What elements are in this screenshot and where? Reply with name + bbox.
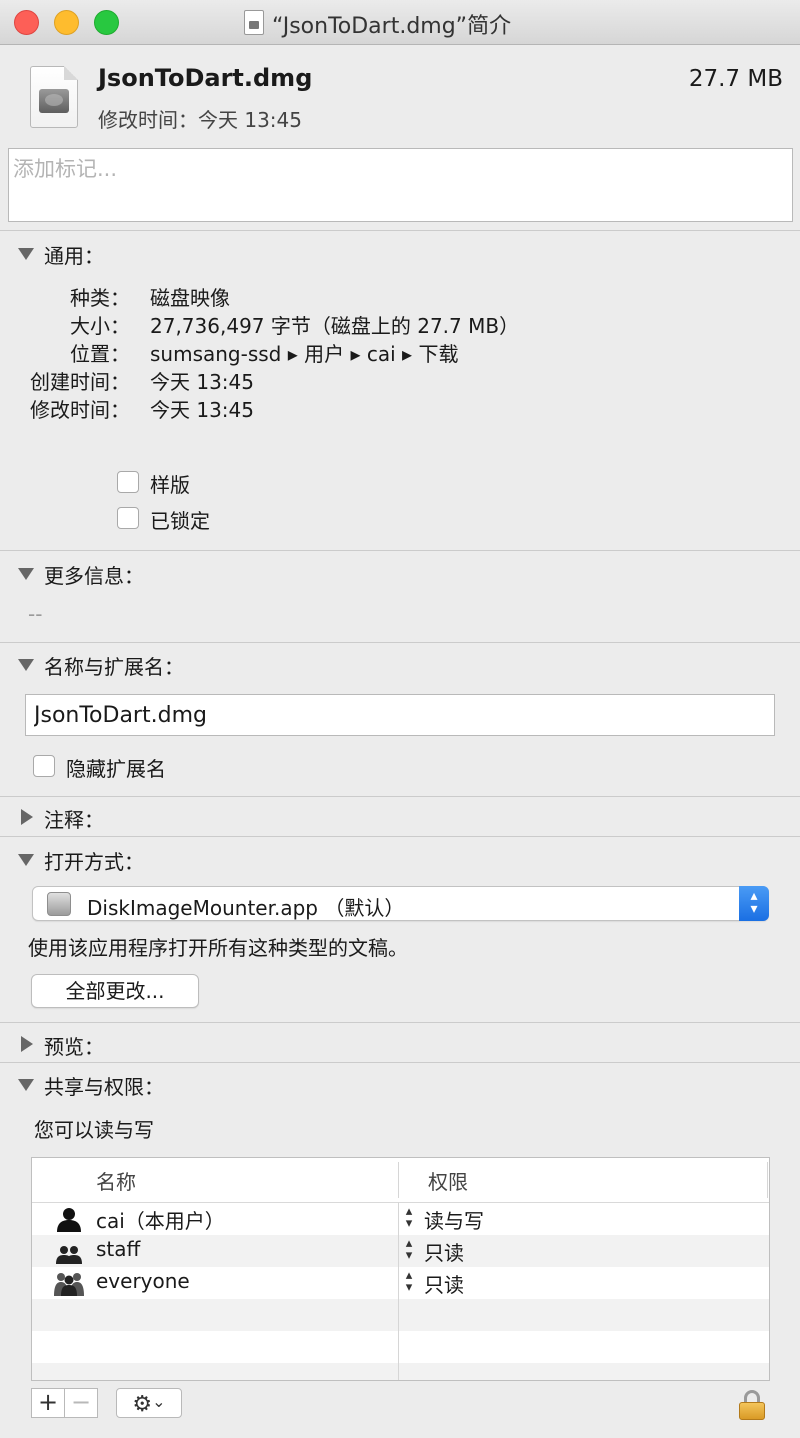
sharing-summary: 您可以读与写 <box>34 1118 154 1142</box>
size-label: 大小： <box>70 314 130 338</box>
modified-date: 修改时间：今天 13:45 <box>98 108 302 132</box>
tags-input[interactable] <box>13 153 713 185</box>
single-user-icon <box>57 1208 81 1232</box>
file-size: 27.7 MB <box>688 66 783 92</box>
privilege-value[interactable]: 只读 <box>424 1269 464 1298</box>
divider <box>0 230 800 231</box>
divider <box>0 836 800 837</box>
remove-user-button[interactable]: − <box>64 1388 98 1418</box>
disclosure-triangle-open-icon <box>18 568 34 580</box>
sharing-section-title: 共享与权限： <box>44 1075 164 1099</box>
location-label: 位置： <box>70 342 130 366</box>
everyone-icon <box>54 1273 84 1296</box>
dmg-file-icon <box>244 10 264 35</box>
name-input[interactable] <box>26 695 774 735</box>
locked-label: 已锁定 <box>150 509 210 533</box>
disclosure-triangle-open-icon <box>18 659 34 671</box>
hide-extension-label: 隐藏扩展名 <box>66 757 166 781</box>
minimize-window-button[interactable] <box>54 10 79 35</box>
disclosure-triangle-open-icon <box>18 248 34 260</box>
privilege-value[interactable]: 只读 <box>424 1237 464 1266</box>
disclosure-triangle-open-icon <box>18 854 34 866</box>
comments-section-title: 注释： <box>44 808 104 832</box>
stationery-checkbox[interactable] <box>117 471 139 493</box>
table-row[interactable]: everyone ▴ ▾ 只读 <box>32 1267 769 1299</box>
add-user-button[interactable]: + <box>31 1388 65 1418</box>
group-icon <box>56 1246 82 1264</box>
name-field[interactable] <box>25 694 775 736</box>
file-name: JsonToDart.dmg <box>98 64 313 92</box>
table-row[interactable]: staff ▴ ▾ 只读 <box>32 1235 769 1267</box>
open-with-description: 使用该应用程序打开所有这种类型的文稿。 <box>28 936 408 960</box>
general-section-title: 通用： <box>44 244 104 268</box>
divider <box>0 642 800 643</box>
close-window-button[interactable] <box>14 10 39 35</box>
name-extension-section-title: 名称与扩展名： <box>44 655 184 679</box>
kind-label: 种类： <box>70 286 130 310</box>
divider <box>0 1062 800 1063</box>
disk-image-mounter-app-icon <box>47 892 71 916</box>
column-separator <box>767 1162 768 1198</box>
column-header-privilege[interactable]: 权限 <box>428 1166 468 1195</box>
size-value: 27,736,497 字节（磁盘上的 27.7 MB） <box>150 314 520 338</box>
more-info-value: -- <box>28 602 43 626</box>
disclosure-triangle-open-icon <box>18 1079 34 1091</box>
column-header-name[interactable]: 名称 <box>96 1166 136 1195</box>
user-name: staff <box>96 1237 141 1261</box>
stationery-label: 样版 <box>150 473 190 497</box>
window-title: “JsonToDart.dmg”简介 <box>272 14 512 39</box>
chevron-down-icon: ⌄ <box>152 1392 166 1411</box>
title-bar: “JsonToDart.dmg”简介 <box>0 0 800 45</box>
location-value: sumsang-ssd ▸ 用户 ▸ cai ▸ 下载 <box>150 342 459 366</box>
column-divider <box>398 1202 399 1380</box>
divider <box>0 1022 800 1023</box>
divider <box>0 796 800 797</box>
preview-section-title: 预览： <box>44 1035 104 1059</box>
table-row[interactable]: cai（本用户） ▴ ▾ 读与写 <box>32 1203 769 1235</box>
open-with-section-title: 打开方式： <box>44 850 144 874</box>
empty-row <box>32 1299 769 1331</box>
column-separator <box>398 1162 399 1198</box>
kind-value: 磁盘映像 <box>150 286 230 310</box>
more-info-section-title: 更多信息： <box>44 564 144 588</box>
hide-extension-checkbox[interactable] <box>33 755 55 777</box>
permissions-table: 名称 权限 cai（本用户） ▴ ▾ 读与写 staff ▴ ▾ 只读 ever… <box>31 1157 770 1381</box>
user-name: everyone <box>96 1269 190 1293</box>
divider <box>0 550 800 551</box>
empty-row <box>32 1363 769 1380</box>
created-label: 创建时间： <box>30 370 130 394</box>
modified-label: 修改时间： <box>30 398 130 422</box>
disk-image-icon <box>30 66 78 128</box>
disclosure-triangle-closed-icon <box>21 1036 33 1052</box>
modified-value: 今天 13:45 <box>150 398 254 422</box>
open-with-popup[interactable]: DiskImageMounter.app （默认） ▴ ▾ <box>32 886 769 921</box>
disclosure-triangle-closed-icon <box>21 809 33 825</box>
privilege-value[interactable]: 读与写 <box>424 1205 484 1234</box>
tags-field[interactable] <box>8 148 793 222</box>
created-value: 今天 13:45 <box>150 370 254 394</box>
empty-row <box>32 1331 769 1363</box>
locked-checkbox[interactable] <box>117 507 139 529</box>
zoom-window-button[interactable] <box>94 10 119 35</box>
change-all-button[interactable]: 全部更改... <box>31 974 199 1008</box>
action-menu-button[interactable]: ⚙⌄ <box>116 1388 182 1418</box>
privilege-stepper-icon[interactable]: ▴ ▾ <box>401 1237 417 1262</box>
open-with-app-name: DiskImageMounter.app （默认） <box>87 896 405 920</box>
popup-stepper-icon: ▴ ▾ <box>739 886 769 921</box>
lock-icon[interactable] <box>738 1390 766 1420</box>
gear-icon: ⚙ <box>132 1392 153 1417</box>
privilege-stepper-icon[interactable]: ▴ ▾ <box>401 1205 417 1230</box>
user-name: cai（本用户） <box>96 1209 225 1233</box>
privilege-stepper-icon[interactable]: ▴ ▾ <box>401 1269 417 1294</box>
